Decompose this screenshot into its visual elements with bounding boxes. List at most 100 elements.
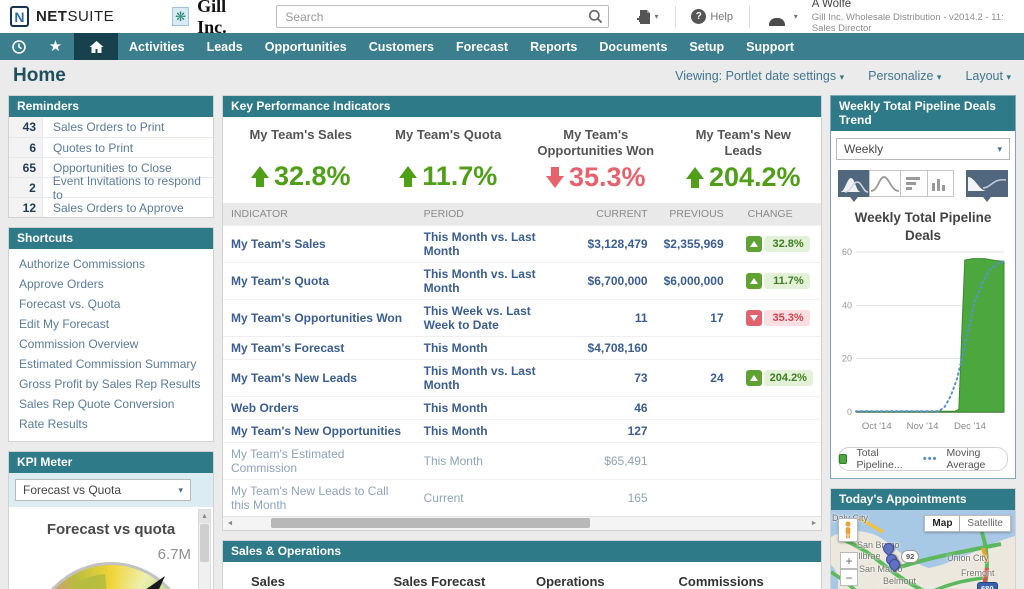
previous-value bbox=[656, 442, 732, 479]
create-new-button[interactable]: ▾ bbox=[635, 8, 659, 26]
kpi-meter-header[interactable]: KPI Meter bbox=[9, 452, 213, 473]
indicator-link[interactable]: My Team's Estimated Commission bbox=[231, 447, 344, 475]
shortcut-link[interactable]: Sales Rep Quote Conversion Rate Results bbox=[19, 394, 203, 434]
shortcut-link[interactable]: Authorize Commissions bbox=[19, 254, 203, 274]
indicator-link[interactable]: My Team's Sales bbox=[231, 237, 326, 251]
map-view-button[interactable]: Map bbox=[924, 515, 960, 532]
nav-item[interactable]: Setup bbox=[678, 33, 735, 60]
col-previous[interactable]: PREVIOUS bbox=[656, 203, 732, 226]
netsuite-brand: NETSUITE bbox=[36, 8, 114, 25]
col-period[interactable]: PERIOD bbox=[416, 203, 573, 226]
reminder-row[interactable]: 43 Sales Orders to Print bbox=[9, 117, 213, 137]
indicator-link[interactable]: Web Orders bbox=[231, 401, 299, 415]
svg-text:Oct '14: Oct '14 bbox=[862, 421, 892, 432]
nav-item[interactable]: Reports bbox=[519, 33, 588, 60]
reminder-link[interactable]: Sales Orders to Approve bbox=[43, 201, 184, 215]
reminder-link[interactable]: Event Invitations to respond to bbox=[43, 174, 213, 202]
pipeline-header[interactable]: Weekly Total Pipeline Deals Trend bbox=[831, 96, 1015, 131]
kpi-meter-portlet: KPI Meter Forecast vs Quota ▾ ▲ Forecast… bbox=[8, 451, 214, 589]
shortcuts-star-button[interactable]: ★ bbox=[37, 33, 74, 60]
kpi-header[interactable]: Key Performance Indicators bbox=[223, 96, 821, 117]
kpi-summary-cell: My Team's Opportunities Won 35.3% bbox=[522, 127, 670, 193]
layout-dropdown[interactable]: Layout ▾ bbox=[965, 69, 1011, 83]
reminder-link[interactable]: Opportunities to Close bbox=[43, 161, 172, 175]
kpi-table-hscrollbar[interactable]: ◄ ► bbox=[223, 516, 821, 530]
indicator-link[interactable]: My Team's Opportunities Won bbox=[231, 311, 402, 325]
scroll-up-icon[interactable]: ▲ bbox=[199, 510, 210, 523]
indicator-link[interactable]: My Team's New Leads to Call this Month bbox=[231, 484, 388, 512]
appointments-map[interactable]: Daly CitySan BrunoMillbraeSan MateoBelmo… bbox=[831, 510, 1015, 589]
nav-item[interactable]: Leads bbox=[196, 33, 254, 60]
col-change[interactable]: CHANGE bbox=[732, 203, 821, 226]
sales-ops-group-commissions: Commissions Paid CommissionsCommission O… bbox=[665, 574, 808, 589]
shortcut-link[interactable]: Commission Overview bbox=[19, 334, 203, 354]
period-link[interactable]: This Month bbox=[424, 424, 488, 438]
home-tab[interactable] bbox=[74, 33, 118, 60]
avatar bbox=[766, 8, 792, 26]
scroll-right-icon[interactable]: ► bbox=[807, 520, 821, 527]
nav-item[interactable]: Documents bbox=[588, 33, 678, 60]
period-link[interactable]: This Month bbox=[424, 401, 488, 415]
nav-item[interactable]: Opportunities bbox=[254, 33, 358, 60]
reminder-row[interactable]: 12 Sales Orders to Approve bbox=[9, 197, 213, 217]
search-icon[interactable] bbox=[588, 9, 603, 24]
period-link[interactable]: This Month vs. Last Month bbox=[424, 267, 536, 295]
recent-records-button[interactable] bbox=[0, 33, 37, 60]
nav-item[interactable]: Forecast bbox=[445, 33, 519, 60]
scrollbar-thumb[interactable] bbox=[271, 518, 590, 528]
period-link[interactable]: This Month bbox=[424, 454, 483, 468]
scrollbar-thumb[interactable] bbox=[200, 524, 209, 562]
satellite-view-button[interactable]: Satellite bbox=[960, 515, 1011, 532]
shortcut-link[interactable]: Gross Profit by Sales Rep Results bbox=[19, 374, 203, 394]
nav-item[interactable]: Customers bbox=[358, 33, 445, 60]
indicator-link[interactable]: My Team's New Opportunities bbox=[231, 424, 401, 438]
shortcut-link[interactable]: Edit My Forecast bbox=[19, 314, 203, 334]
shortcuts-header[interactable]: Shortcuts bbox=[9, 228, 213, 249]
period-link[interactable]: Current bbox=[424, 491, 464, 505]
period-select[interactable]: Weekly ▾ bbox=[836, 138, 1010, 160]
col-indicator[interactable]: INDICATOR bbox=[223, 203, 416, 226]
indicator-link[interactable]: My Team's Quota bbox=[231, 274, 329, 288]
period-link[interactable]: This Month vs. Last Month bbox=[424, 364, 536, 392]
reminder-link[interactable]: Sales Orders to Print bbox=[43, 120, 164, 134]
shortcut-link[interactable]: Forecast vs. Quota bbox=[19, 294, 203, 314]
personalize-dropdown[interactable]: Personalize ▾ bbox=[868, 69, 941, 83]
shortcut-link[interactable]: Estimated Commission Summary bbox=[19, 354, 203, 374]
kpi-meter-select[interactable]: Forecast vs Quota ▾ bbox=[15, 479, 191, 501]
street-view-pegman-icon[interactable] bbox=[838, 518, 858, 542]
appointments-header[interactable]: Today's Appointments bbox=[831, 489, 1015, 510]
nav-item[interactable]: Activities bbox=[118, 33, 196, 60]
reminder-row[interactable]: 2 Event Invitations to respond to bbox=[9, 177, 213, 197]
zoom-out-button[interactable]: − bbox=[840, 569, 858, 586]
zoom-in-button[interactable]: + bbox=[840, 552, 858, 569]
current-value: $6,700,000 bbox=[572, 262, 655, 299]
period-link[interactable]: This Month vs. Last Month bbox=[424, 230, 536, 258]
map-place-label: Fremont bbox=[961, 568, 995, 578]
search-input[interactable] bbox=[276, 5, 608, 28]
period-link[interactable]: This Week vs. Last Week to Date bbox=[424, 304, 531, 332]
reminder-row[interactable]: 6 Quotes to Print bbox=[9, 137, 213, 157]
scroll-left-icon[interactable]: ◄ bbox=[223, 520, 237, 527]
indicator-link[interactable]: My Team's Forecast bbox=[231, 341, 344, 355]
chart-type-hbar-button[interactable] bbox=[900, 170, 928, 197]
kpi-table-row: My Team's Estimated Commission This Mont… bbox=[223, 442, 821, 479]
chevron-down-icon: ▾ bbox=[997, 144, 1002, 155]
chart-type-line-button[interactable] bbox=[869, 170, 901, 197]
shortcut-link[interactable]: Approve Orders bbox=[19, 274, 203, 294]
reminder-link[interactable]: Quotes to Print bbox=[43, 141, 133, 155]
help-button[interactable]: ? Help bbox=[691, 9, 733, 24]
user-menu-button[interactable]: ▾ bbox=[766, 8, 798, 26]
period-link[interactable]: This Month bbox=[424, 341, 488, 355]
indicator-link[interactable]: My Team's New Leads bbox=[231, 371, 357, 385]
trend-style-button[interactable] bbox=[966, 170, 1008, 197]
chart-type-area-button[interactable] bbox=[838, 170, 870, 197]
chart-type-vbar-button[interactable] bbox=[927, 170, 955, 197]
kpi-meter-scrollbar[interactable]: ▲ bbox=[198, 509, 211, 589]
nav-item[interactable]: Support bbox=[735, 33, 805, 60]
kpi-summary-value: 35.3% bbox=[569, 162, 646, 193]
col-current[interactable]: CURRENT bbox=[572, 203, 655, 226]
viewing-settings-dropdown[interactable]: Viewing: Portlet date settings ▾ bbox=[675, 69, 844, 83]
brand-bold: NET bbox=[36, 8, 68, 25]
sales-ops-header[interactable]: Sales & Operations bbox=[223, 541, 821, 562]
reminders-header[interactable]: Reminders bbox=[9, 96, 213, 117]
